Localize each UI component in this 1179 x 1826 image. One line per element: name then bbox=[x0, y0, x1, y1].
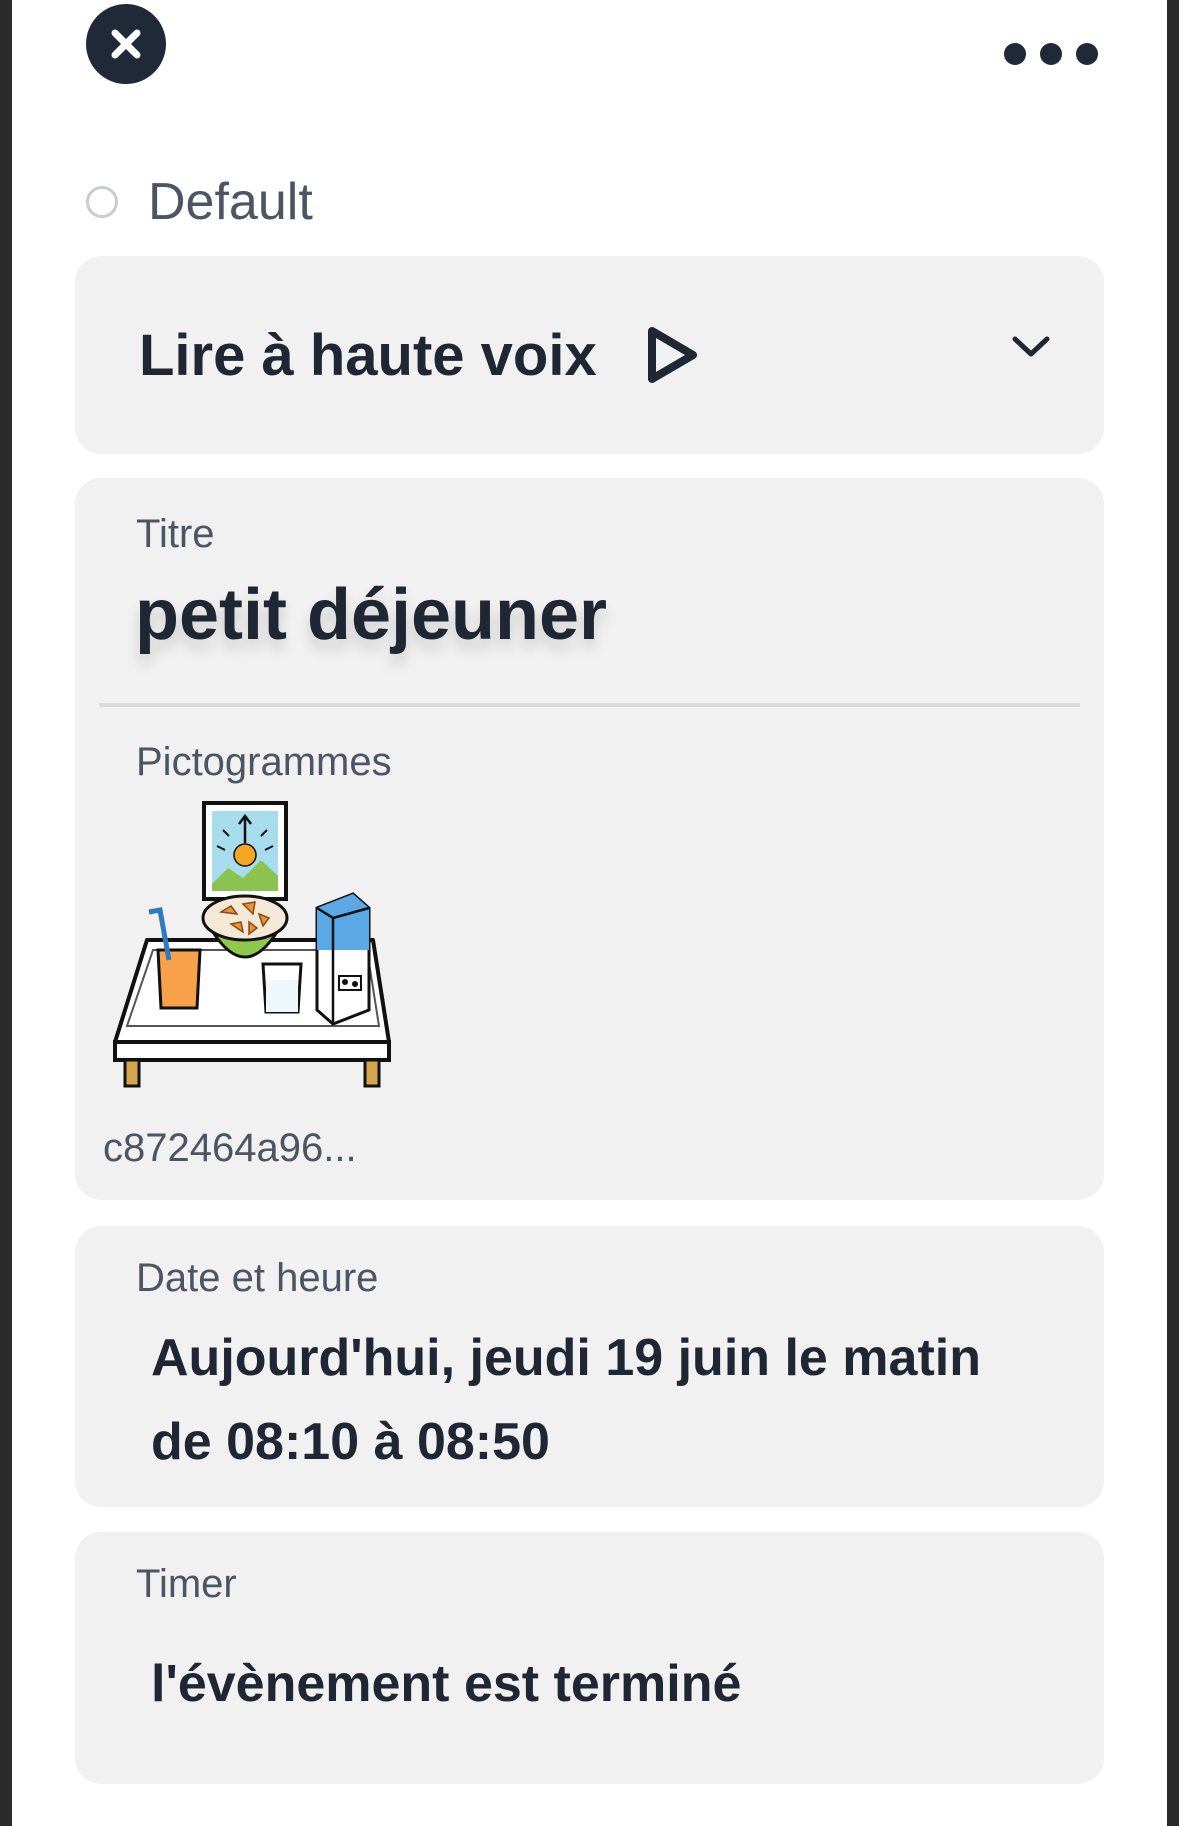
right-screen-edge bbox=[1167, 0, 1179, 1826]
timer-label: Timer bbox=[136, 1562, 237, 1606]
more-dot-icon bbox=[1076, 43, 1098, 65]
chevron-down-icon[interactable] bbox=[1010, 334, 1052, 360]
title-label: Titre bbox=[136, 512, 215, 556]
more-options-button[interactable] bbox=[1004, 32, 1098, 76]
datetime-label: Date et heure bbox=[136, 1256, 379, 1300]
play-icon[interactable] bbox=[645, 325, 701, 385]
status-label: Default bbox=[148, 173, 313, 231]
pictogram-caption: c872464a96... bbox=[103, 1126, 357, 1170]
title-value[interactable]: petit déjeuner bbox=[135, 574, 607, 656]
close-icon bbox=[111, 29, 141, 59]
timer-card[interactable]: Timer l'évènement est terminé bbox=[75, 1532, 1104, 1784]
left-screen-edge bbox=[0, 0, 12, 1826]
pictograms-label: Pictogrammes bbox=[136, 740, 392, 784]
timer-value: l'évènement est terminé bbox=[151, 1655, 742, 1713]
breakfast-pictogram[interactable] bbox=[113, 800, 413, 1100]
status-toggle[interactable]: Default bbox=[86, 172, 313, 232]
more-dot-icon bbox=[1004, 43, 1026, 65]
read-aloud-label: Lire à haute voix bbox=[139, 323, 597, 388]
datetime-value: Aujourd'hui, jeudi 19 juin le matin de 0… bbox=[151, 1329, 981, 1471]
datetime-card[interactable]: Date et heure Aujourd'hui, jeudi 19 juin… bbox=[75, 1226, 1104, 1507]
details-card: Titre petit déjeuner Pictogrammes c87246… bbox=[75, 478, 1104, 1200]
divider bbox=[99, 703, 1080, 707]
close-button[interactable] bbox=[86, 4, 166, 84]
status-radio[interactable] bbox=[86, 186, 118, 218]
more-dot-icon bbox=[1040, 43, 1062, 65]
read-aloud-card[interactable]: Lire à haute voix bbox=[75, 256, 1104, 454]
